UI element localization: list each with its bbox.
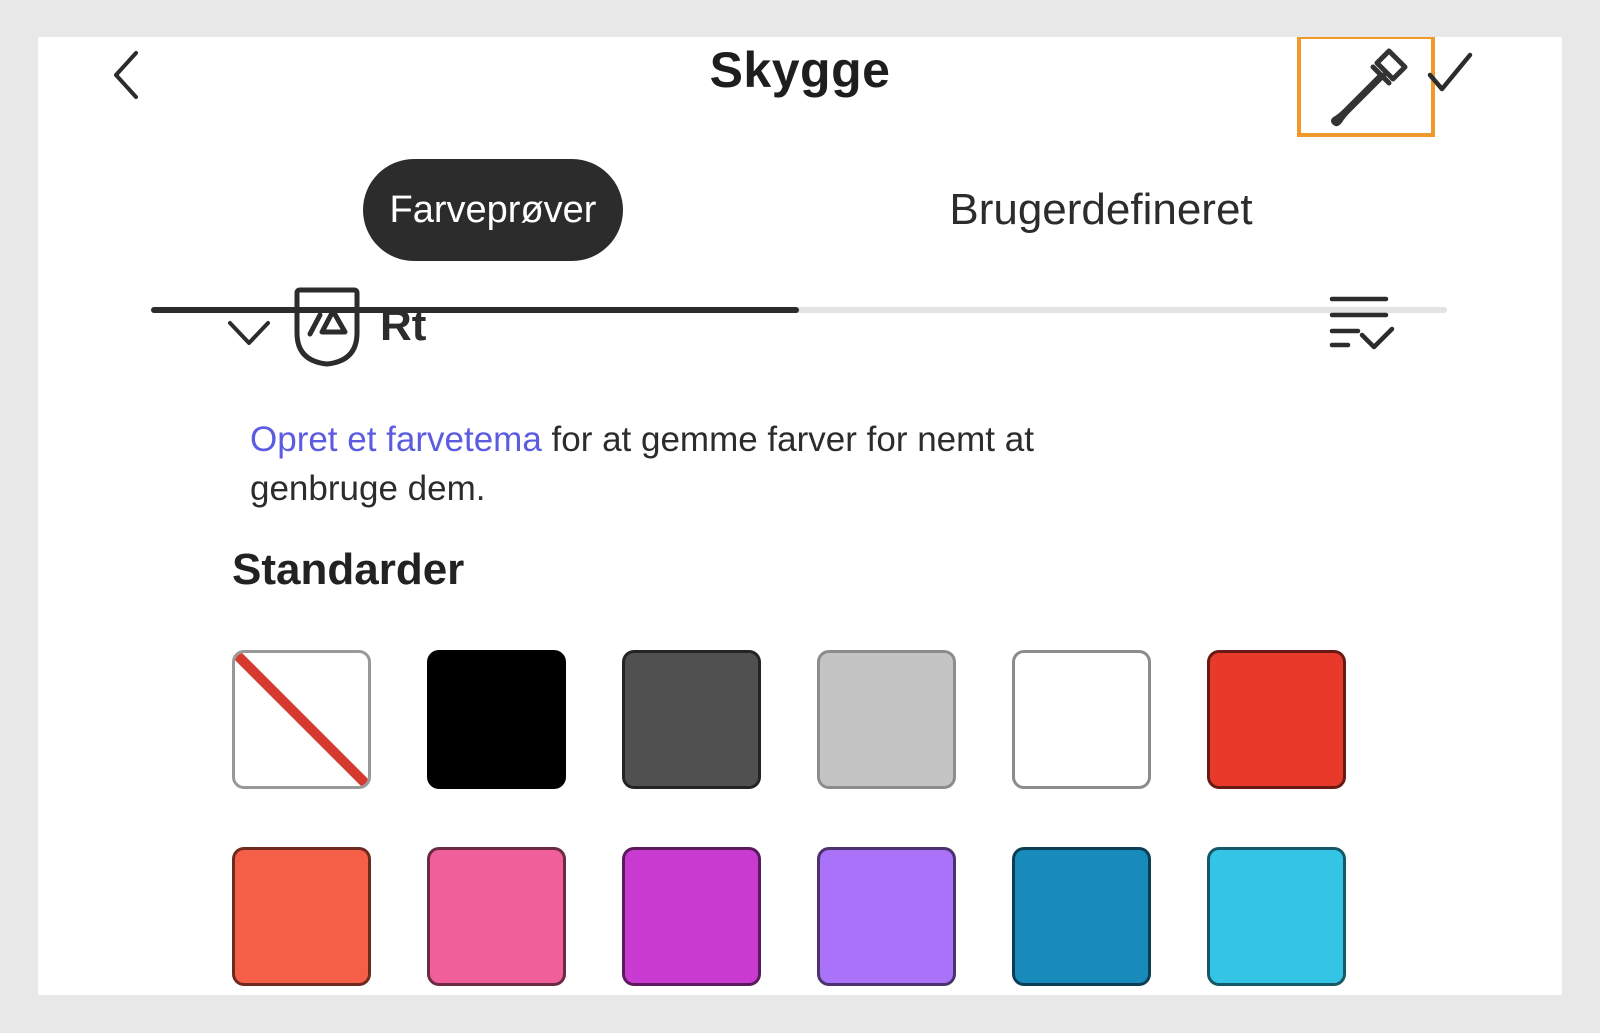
tab-custom[interactable]: Brugerdefineret <box>949 159 1252 261</box>
swatch-lavender[interactable] <box>817 847 956 986</box>
swatch-cyan[interactable] <box>1207 847 1346 986</box>
swatch-none[interactable] <box>232 650 371 789</box>
no-color-icon <box>235 653 368 786</box>
swatch-light-gray[interactable] <box>817 650 956 789</box>
swatch-orange-red[interactable] <box>232 847 371 986</box>
shadow-color-panel: Skygge Farveprøver Brugerdefineret Rt Op… <box>38 37 1562 995</box>
swatch-grid <box>232 650 1346 986</box>
eyedropper-button[interactable] <box>1298 37 1438 139</box>
section-title: Standarder <box>232 545 465 594</box>
sort-filter-icon <box>1329 296 1395 350</box>
swatch-magenta[interactable] <box>622 847 761 986</box>
tab-bar: Farveprøver Brugerdefineret <box>151 159 1447 313</box>
library-name: Rt <box>380 301 427 350</box>
library-shield-icon <box>292 287 362 367</box>
swatch-black[interactable] <box>427 650 566 789</box>
swatch-pink[interactable] <box>427 847 566 986</box>
confirm-button[interactable] <box>1418 41 1482 105</box>
create-theme-hint: Opret et farvetema for at gemme farver f… <box>250 415 1150 513</box>
swatch-red[interactable] <box>1207 650 1346 789</box>
library-row: Rt <box>218 287 1398 377</box>
swatch-blue[interactable] <box>1012 847 1151 986</box>
sort-filter-button[interactable] <box>1328 291 1398 357</box>
create-color-theme-link[interactable]: Opret et farvetema <box>250 420 542 459</box>
tab-swatches[interactable]: Farveprøver <box>363 159 623 261</box>
swatch-dark-gray[interactable] <box>622 650 761 789</box>
swatch-white[interactable] <box>1012 650 1151 789</box>
checkmark-icon <box>1427 52 1473 92</box>
eyedropper-icon <box>1331 48 1408 127</box>
library-expand-button[interactable] <box>226 309 272 355</box>
chevron-down-icon <box>228 321 270 345</box>
